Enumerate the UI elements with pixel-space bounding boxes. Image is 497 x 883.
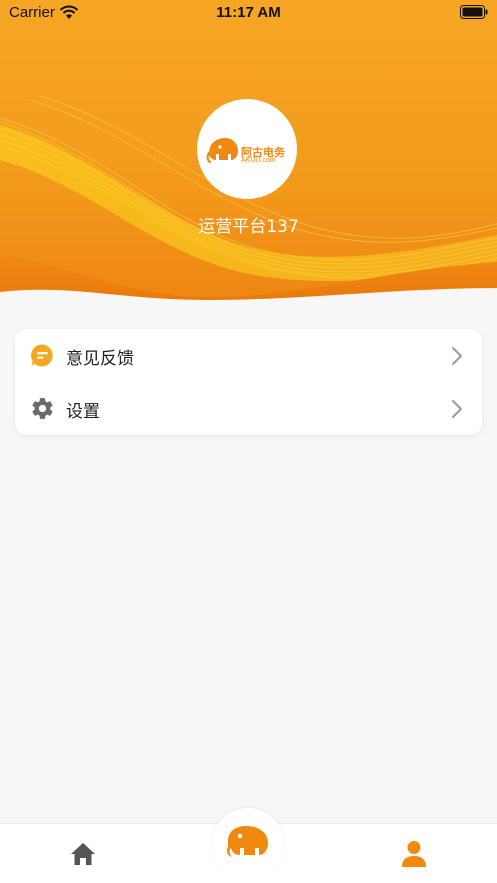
menu-item-settings[interactable]: 设置 xyxy=(15,382,482,435)
chevron-right-icon xyxy=(452,347,462,365)
menu-item-label: 设置 xyxy=(66,402,100,422)
person-icon[interactable] xyxy=(400,839,428,869)
home-icon[interactable] xyxy=(69,841,97,867)
status-bar: Carrier 11:17 AM xyxy=(0,0,497,26)
menu-item-feedback[interactable]: 意见反馈 xyxy=(15,329,482,382)
tab-center-logo[interactable] xyxy=(212,808,284,880)
status-time: 11:17 AM xyxy=(216,4,281,21)
gear-icon xyxy=(32,398,53,419)
menu-card: 意见反馈 设置 xyxy=(15,329,482,435)
feedback-chat-icon xyxy=(31,344,53,367)
profile-header: Carrier 11:17 AM 阿古电务 AKUU.com 运营平台137 xyxy=(0,0,497,305)
logo-text-en: AKUU.com xyxy=(241,157,276,164)
menu-item-label: 意见反馈 xyxy=(66,349,134,369)
battery-icon xyxy=(460,5,488,19)
avatar[interactable]: 阿古电务 AKUU.com xyxy=(197,99,297,199)
chevron-right-icon xyxy=(452,400,462,418)
username: 运营平台137 xyxy=(198,217,299,237)
elephant-logo-icon xyxy=(227,826,268,857)
